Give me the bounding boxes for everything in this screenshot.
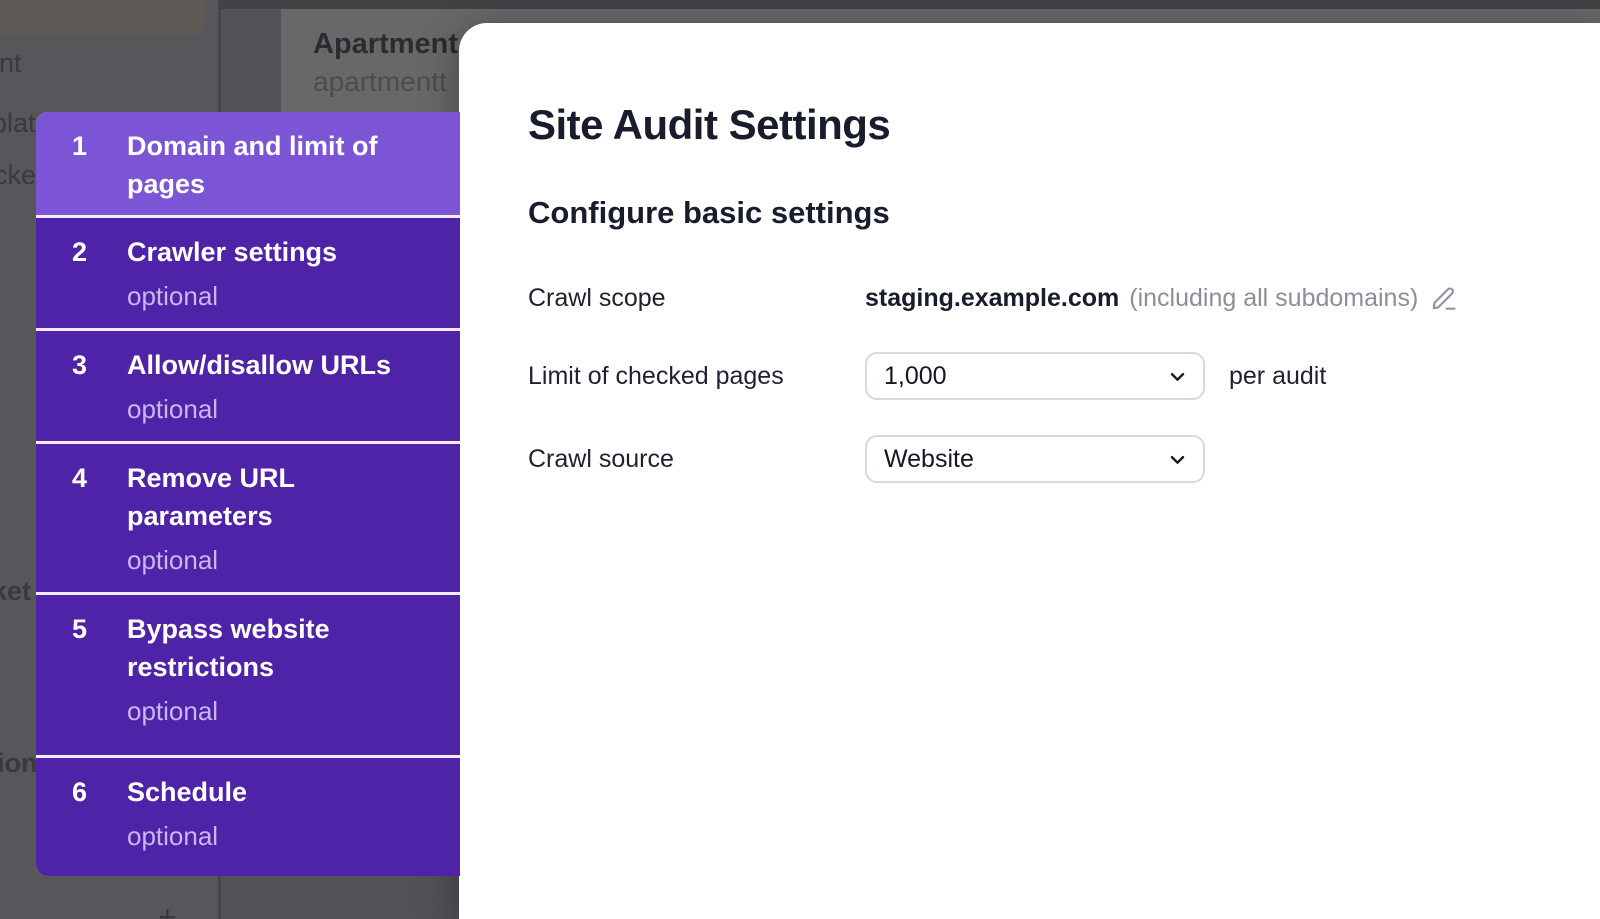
step-title: Bypass website restrictions	[127, 614, 330, 682]
chevron-down-icon	[1168, 367, 1187, 386]
site-audit-settings-screen: ent plat cke ket tion + Apartment apartm…	[0, 0, 1600, 919]
step-optional-label: optional	[127, 819, 432, 853]
step-allow-disallow-urls[interactable]: 3 Allow/disallow URLs optional	[36, 331, 460, 441]
step-optional-label: optional	[127, 543, 432, 577]
pencil-icon	[1430, 284, 1458, 312]
background-text-fragment: ent	[0, 48, 22, 79]
background-text-fragment: plat	[0, 108, 36, 139]
background-card-title: Apartment	[313, 28, 458, 61]
edit-crawl-scope-button[interactable]	[1430, 284, 1458, 312]
step-number: 3	[72, 346, 127, 441]
background-plus-glyph: +	[158, 899, 177, 919]
step-bypass-website-restrictions[interactable]: 5 Bypass website restrictions optional	[36, 595, 460, 755]
step-optional-label: optional	[127, 694, 432, 728]
step-schedule[interactable]: 6 Schedule optional	[36, 758, 460, 876]
step-number: 4	[72, 459, 127, 592]
step-remove-url-parameters[interactable]: 4 Remove URL parameters optional	[36, 444, 460, 592]
crawl-scope-label: Crawl scope	[528, 284, 865, 313]
chevron-down-icon	[1168, 450, 1187, 469]
crawl-scope-row: Crawl scope staging.example.com (includi…	[528, 278, 1458, 318]
step-title: Schedule	[127, 777, 247, 807]
background-text-fragment: tion	[0, 748, 37, 779]
background-top-band	[221, 0, 1600, 9]
site-audit-settings-modal: Site Audit Settings Configure basic sett…	[459, 23, 1600, 919]
step-number: 5	[72, 610, 127, 755]
limit-of-pages-value: 1,000	[884, 362, 947, 391]
per-audit-label: per audit	[1229, 362, 1326, 391]
crawl-source-row: Crawl source Website	[528, 435, 1205, 483]
background-text-fragment: cke	[0, 160, 36, 191]
limit-of-pages-row: Limit of checked pages 1,000 per audit	[528, 352, 1326, 400]
limit-of-pages-label: Limit of checked pages	[528, 362, 865, 391]
step-crawler-settings[interactable]: 2 Crawler settings optional	[36, 218, 460, 328]
crawl-scope-value: staging.example.com	[865, 284, 1119, 313]
background-card-subtitle: apartmentt	[313, 66, 447, 98]
crawl-source-label: Crawl source	[528, 445, 865, 474]
crawl-source-value: Website	[884, 445, 974, 474]
limit-of-pages-select[interactable]: 1,000	[865, 352, 1205, 400]
settings-stepper: 1 Domain and limit of pages 2 Crawler se…	[36, 112, 460, 876]
crawl-scope-note: (including all subdomains)	[1129, 284, 1418, 313]
step-number: 2	[72, 233, 127, 328]
section-title: Configure basic settings	[528, 195, 890, 231]
modal-title: Site Audit Settings	[528, 101, 890, 149]
step-title: Crawler settings	[127, 237, 337, 267]
step-title: Domain and limit of pages	[127, 131, 378, 199]
background-block	[0, 0, 206, 35]
step-optional-label: optional	[127, 392, 432, 426]
step-title: Allow/disallow URLs	[127, 350, 391, 380]
step-title: Remove URL parameters	[127, 463, 295, 531]
step-number: 1	[72, 127, 127, 215]
step-number: 6	[72, 773, 127, 876]
step-optional-label: optional	[127, 279, 432, 313]
crawl-source-select[interactable]: Website	[865, 435, 1205, 483]
step-domain-and-limit[interactable]: 1 Domain and limit of pages	[36, 112, 460, 215]
background-text-fragment: ket	[0, 576, 31, 607]
